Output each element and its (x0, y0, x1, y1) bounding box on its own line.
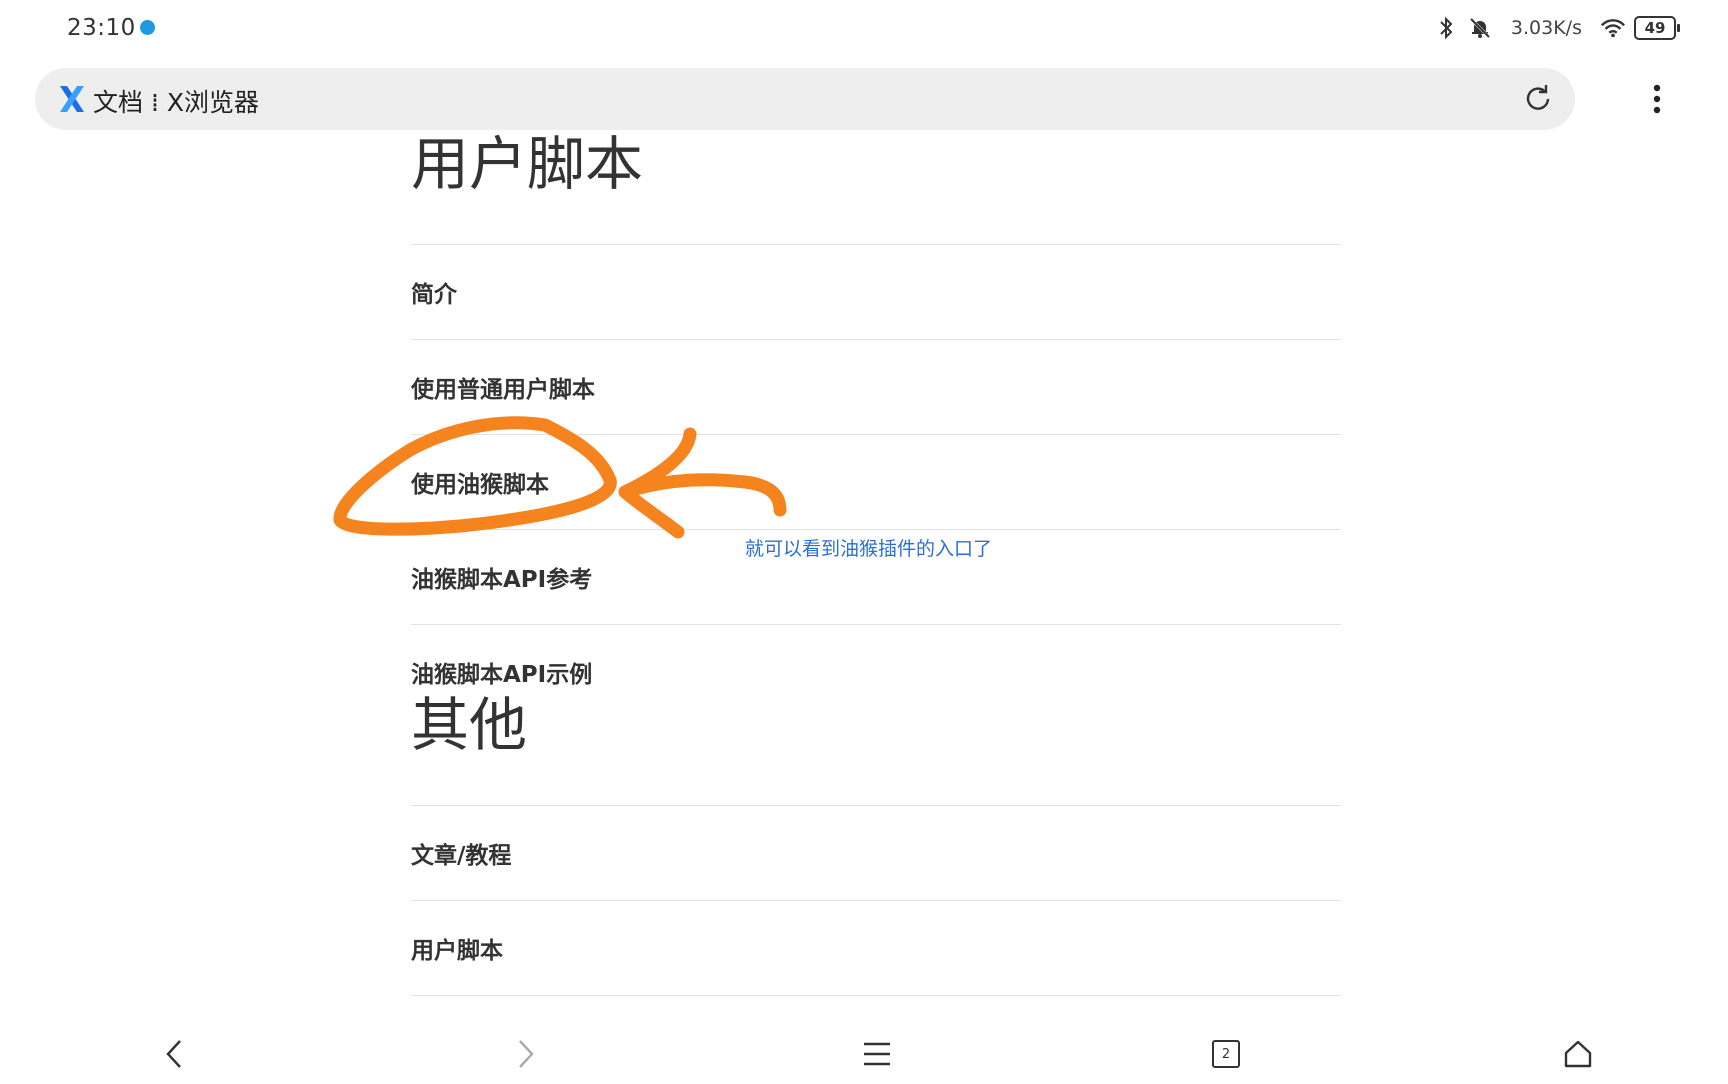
home-icon[interactable] (1558, 1034, 1598, 1074)
battery-icon: 49 (1634, 16, 1680, 40)
net-speed: 3.03K/s (1510, 17, 1582, 39)
list-item[interactable]: 油猴脚本API参考 (411, 529, 1341, 624)
page-title: 文档 ⁞ X浏览器 (93, 88, 259, 117)
item-label: 简介 (411, 282, 457, 308)
item-label: 油猴脚本API参考 (411, 567, 593, 593)
more-vertical-icon[interactable] (1640, 80, 1674, 120)
list-item[interactable]: 油猴脚本API示例 (411, 624, 1341, 688)
list-item[interactable]: 使用油猴脚本 (411, 434, 1341, 529)
list-item[interactable]: 文章/教程 (411, 805, 1341, 900)
status-icons: 3.03K/s 49 (1433, 12, 1680, 44)
section-heading: 其他 (411, 691, 528, 759)
tab-count: 2 (1221, 1046, 1231, 1062)
back-icon[interactable] (154, 1034, 194, 1074)
menu-icon[interactable] (857, 1034, 897, 1074)
list-item[interactable]: 使用普通用户脚本 (411, 339, 1341, 434)
status-bar: 23:10 3.03K/s 49 (0, 0, 1728, 58)
section-heading: 用户脚本 (411, 130, 644, 198)
list-item[interactable]: 简介 (411, 244, 1341, 339)
globe-dot-icon (140, 20, 155, 35)
list-item[interactable]: 用户脚本 (411, 900, 1341, 996)
bottom-nav: 2 (0, 1020, 1728, 1080)
item-label: 用户脚本 (411, 938, 503, 964)
reload-icon[interactable] (1521, 82, 1555, 116)
status-time: 23:10 (67, 15, 136, 41)
x-browser-logo-icon (57, 82, 87, 116)
address-bar[interactable]: 文档 ⁞ X浏览器 (35, 68, 1575, 130)
bluetooth-icon (1433, 15, 1459, 41)
doc-content: 用户脚本 简介 使用普通用户脚本 使用油猴脚本 油猴脚本API参考 油猴脚本AP… (411, 130, 1341, 996)
item-label: 使用油猴脚本 (411, 472, 549, 498)
item-label: 油猴脚本API示例 (411, 662, 593, 688)
mute-bell-icon (1467, 15, 1493, 41)
forward-icon[interactable] (506, 1034, 546, 1074)
item-label: 使用普通用户脚本 (411, 377, 595, 403)
tabs-icon[interactable]: 2 (1206, 1034, 1246, 1074)
wifi-icon (1600, 15, 1626, 41)
item-label: 文章/教程 (411, 843, 512, 869)
